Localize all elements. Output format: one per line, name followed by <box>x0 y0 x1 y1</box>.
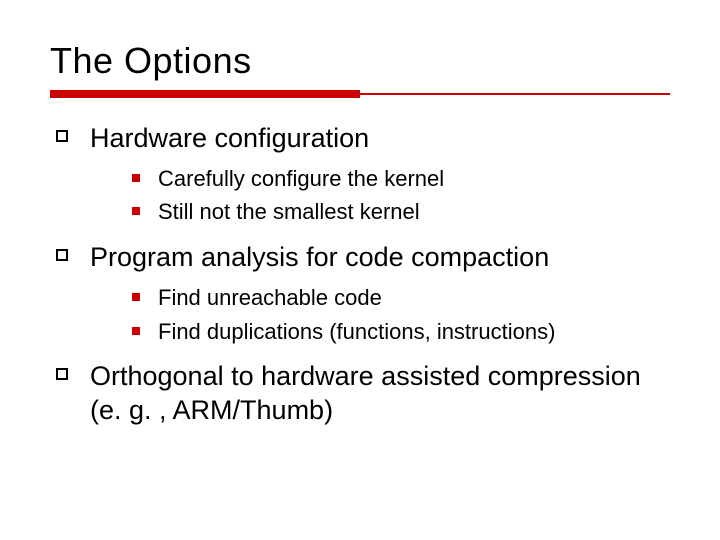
bullet-text: Orthogonal to hardware assisted compress… <box>90 361 641 425</box>
bullet-item: Program analysis for code compaction Fin… <box>50 241 670 346</box>
bullet-text: Program analysis for code compaction <box>90 242 549 272</box>
sub-bullet-item: Carefully configure the kernel <box>128 164 670 194</box>
title-underline <box>50 90 670 98</box>
slide: The Options Hardware configuration Caref… <box>0 0 720 540</box>
sub-bullet-item: Find unreachable code <box>128 283 670 313</box>
slide-title: The Options <box>50 40 670 82</box>
sub-bullet-text: Still not the smallest kernel <box>158 199 420 224</box>
bullet-list: Hardware configuration Carefully configu… <box>50 122 670 428</box>
sub-bullet-item: Find duplications (functions, instructio… <box>128 317 670 347</box>
sub-bullet-text: Carefully configure the kernel <box>158 166 444 191</box>
bullet-item: Orthogonal to hardware assisted compress… <box>50 360 670 428</box>
sub-bullet-item: Still not the smallest kernel <box>128 197 670 227</box>
sub-bullet-list: Find unreachable code Find duplications … <box>128 283 670 346</box>
sub-bullet-text: Find unreachable code <box>158 285 382 310</box>
bullet-item: Hardware configuration Carefully configu… <box>50 122 670 227</box>
sub-bullet-list: Carefully configure the kernel Still not… <box>128 164 670 227</box>
sub-bullet-text: Find duplications (functions, instructio… <box>158 319 555 344</box>
bullet-text: Hardware configuration <box>90 123 369 153</box>
